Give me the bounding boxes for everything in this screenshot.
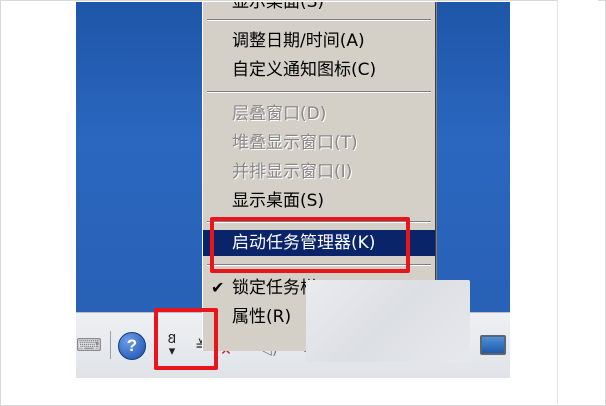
menu-item-partial: 显示桌面(S) [203, 2, 435, 15]
highlight-box-task-manager [210, 217, 410, 273]
monitor-icon[interactable] [480, 335, 506, 355]
menu-item-cascade-windows: 层叠窗口(D) [203, 101, 435, 127]
menu-item-show-desktop[interactable]: 显示桌面(S) [203, 188, 435, 214]
help-icon-glyph: ? [126, 336, 138, 355]
highlight-box-language-bar [154, 308, 218, 370]
taskbar-separator [110, 331, 111, 359]
menu-item-label: 层叠窗口(D) [232, 104, 327, 124]
screenshot-photo: ⌨ ? 𐐒 ▾ ≚ ✕ ◁) ╘ 显示桌面(S) 调整日期/时间(A) 自定义通… [76, 2, 510, 378]
menu-item-adjust-date-time[interactable]: 调整日期/时间(A) [203, 28, 435, 54]
menu-separator [207, 91, 431, 93]
menu-item-label: 并排显示窗口(I) [232, 162, 353, 182]
help-icon[interactable]: ? [118, 332, 146, 360]
menu-item-customize-notification-icons[interactable]: 自定义通知图标(C) [203, 57, 435, 83]
keyboard-icon[interactable]: ⌨ [76, 335, 102, 356]
menu-item-label: 显示桌面(S) [232, 2, 325, 12]
checkmark-icon: ✔ [211, 278, 225, 297]
page-margin-strip [557, 0, 598, 404]
menu-item-side-by-side-windows: 并排显示窗口(I) [203, 159, 435, 185]
menu-item-label: 属性(R) [232, 307, 292, 327]
menu-item-label: 显示桌面(S) [232, 191, 325, 211]
menu-separator [207, 19, 431, 21]
menu-item-stack-windows: 堆叠显示窗口(T) [203, 130, 435, 156]
blurred-overlay [306, 280, 470, 362]
menu-item-label: 堆叠显示窗口(T) [232, 133, 358, 153]
menu-item-label: 自定义通知图标(C) [232, 60, 377, 80]
menu-item-label: 调整日期/时间(A) [232, 31, 365, 51]
